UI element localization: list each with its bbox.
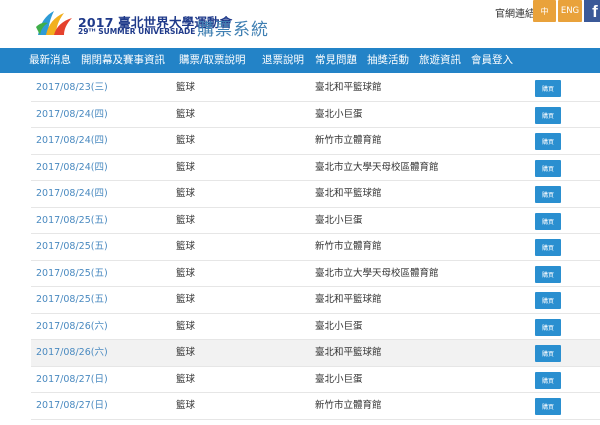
sport-cell: 籃球 [176,267,196,279]
buy-button[interactable]: 購買 [535,133,561,150]
buy-button[interactable]: 購買 [535,265,561,283]
logo-subtitle: 29ᵀᴴ SUMMER UNIVERSIADE [78,27,196,36]
date-cell: 2017/08/26(六) [36,320,108,332]
sport-cell: 籃球 [176,188,196,199]
venue-cell: 臺北小巨蛋 [315,320,363,332]
sport-cell: 籃球 [176,373,196,385]
date-cell: 2017/08/26(六) [36,347,108,358]
date-cell: 2017/08/23(三) [36,82,108,93]
header: 2017 臺北世界大學運動會 29ᵀᴴ SUMMER UNIVERSIADE 購… [0,0,600,48]
buy-button[interactable]: 購買 [535,159,561,177]
sport-cell: 籃球 [176,320,196,332]
sport-cell: 籃球 [176,214,196,226]
venue-cell: 臺北和平籃球館 [315,347,382,358]
sport-cell: 籃球 [176,400,196,411]
buy-button[interactable]: 購買 [535,398,561,415]
venue-cell: 臺北和平籃球館 [315,188,382,199]
table-row: 2017/08/25(五) 籃球 臺北市立大學天母校區體育館 購買 [31,261,600,287]
buy-button[interactable]: 購買 [535,212,561,230]
sport-cell: 籃球 [176,135,196,146]
table-row: 2017/08/25(五) 籃球 臺北和平籃球館 購買 [31,287,600,314]
table-row: 2017/08/24(四) 籃球 臺北和平籃球館 購買 [31,181,600,208]
buy-button[interactable]: 購買 [535,106,561,124]
buy-button[interactable]: 購買 [535,80,561,97]
table-row: 2017/08/26(六) 籃球 臺北小巨蛋 購買 [31,314,600,340]
venue-cell: 臺北小巨蛋 [315,108,363,120]
buy-button[interactable]: 購買 [535,292,561,309]
venue-cell: 新竹市立體育館 [315,400,382,411]
sport-cell: 籃球 [176,108,196,120]
ticket-table: 2017/08/23(三) 籃球 臺北和平籃球館 購買 2017/08/24(四… [31,75,600,420]
nav-item-login[interactable]: 會員登入 [471,48,513,73]
facebook-icon[interactable]: f [584,0,600,22]
buy-button[interactable]: 購買 [535,345,561,362]
nav-item-lottery[interactable]: 抽獎活動 [367,48,409,73]
date-cell: 2017/08/25(五) [36,241,108,252]
table-row: 2017/08/24(四) 籃球 臺北市立大學天母校區體育館 購買 [31,155,600,181]
sport-cell: 籃球 [176,161,196,173]
nav-item-events[interactable]: 開閉幕及賽事資訊 [81,48,165,73]
date-cell: 2017/08/24(四) [36,161,108,173]
buy-button[interactable]: 購買 [535,239,561,256]
sport-cell: 籃球 [176,347,196,358]
venue-cell: 臺北市立大學天母校區體育館 [315,267,439,279]
venue-cell: 臺北和平籃球館 [315,82,382,93]
nav-item-refund[interactable]: 退票說明 [262,48,304,73]
buy-button[interactable]: 購買 [535,186,561,203]
sport-cell: 籃球 [176,241,196,252]
date-cell: 2017/08/24(四) [36,135,108,146]
buy-button[interactable]: 購買 [535,371,561,389]
main-nav: 最新消息 開閉幕及賽事資訊 購票/取票說明 退票說明 常見問題 抽獎活動 旅遊資… [0,48,600,73]
date-cell: 2017/08/25(五) [36,214,108,226]
table-row: 2017/08/25(五) 籃球 臺北小巨蛋 購買 [31,208,600,234]
official-site-link[interactable]: 官網連結 [495,5,535,20]
nav-item-ticket-guide[interactable]: 購票/取票說明 [179,48,246,73]
date-cell: 2017/08/24(四) [36,188,108,199]
table-row: 2017/08/23(三) 籃球 臺北和平籃球館 購買 [31,75,600,102]
table-row: 2017/08/24(四) 籃球 臺北小巨蛋 購買 [31,102,600,128]
date-cell: 2017/08/27(日) [36,400,108,411]
venue-cell: 臺北和平籃球館 [315,294,382,305]
system-title: 購票系統 [197,20,269,40]
date-cell: 2017/08/27(日) [36,373,108,385]
venue-cell: 臺北市立大學天母校區體育館 [315,161,439,173]
venue-cell: 臺北小巨蛋 [315,214,363,226]
table-row-hovered: 2017/08/26(六) 籃球 臺北和平籃球館 購買 [31,340,600,367]
universiade-logo-icon[interactable] [34,7,76,37]
chinese-language-button[interactable]: 中 [533,0,556,22]
sport-cell: 籃球 [176,294,196,305]
buy-button[interactable]: 購買 [535,318,561,336]
date-cell: 2017/08/25(五) [36,267,108,279]
venue-cell: 新竹市立體育館 [315,241,382,252]
table-row: 2017/08/25(五) 籃球 新竹市立體育館 購買 [31,234,600,261]
nav-item-faq[interactable]: 常見問題 [315,48,357,73]
date-cell: 2017/08/24(四) [36,108,108,120]
table-row: 2017/08/24(四) 籃球 新竹市立體育館 購買 [31,128,600,155]
venue-cell: 新竹市立體育館 [315,135,382,146]
nav-item-travel[interactable]: 旅遊資訊 [419,48,461,73]
venue-cell: 臺北小巨蛋 [315,373,363,385]
english-language-button[interactable]: ENG [558,0,582,22]
date-cell: 2017/08/25(五) [36,294,108,305]
table-row: 2017/08/27(日) 籃球 臺北小巨蛋 購買 [31,367,600,393]
table-row: 2017/08/27(日) 籃球 新竹市立體育館 購買 [31,393,600,420]
nav-item-news[interactable]: 最新消息 [29,48,71,73]
sport-cell: 籃球 [176,82,196,93]
